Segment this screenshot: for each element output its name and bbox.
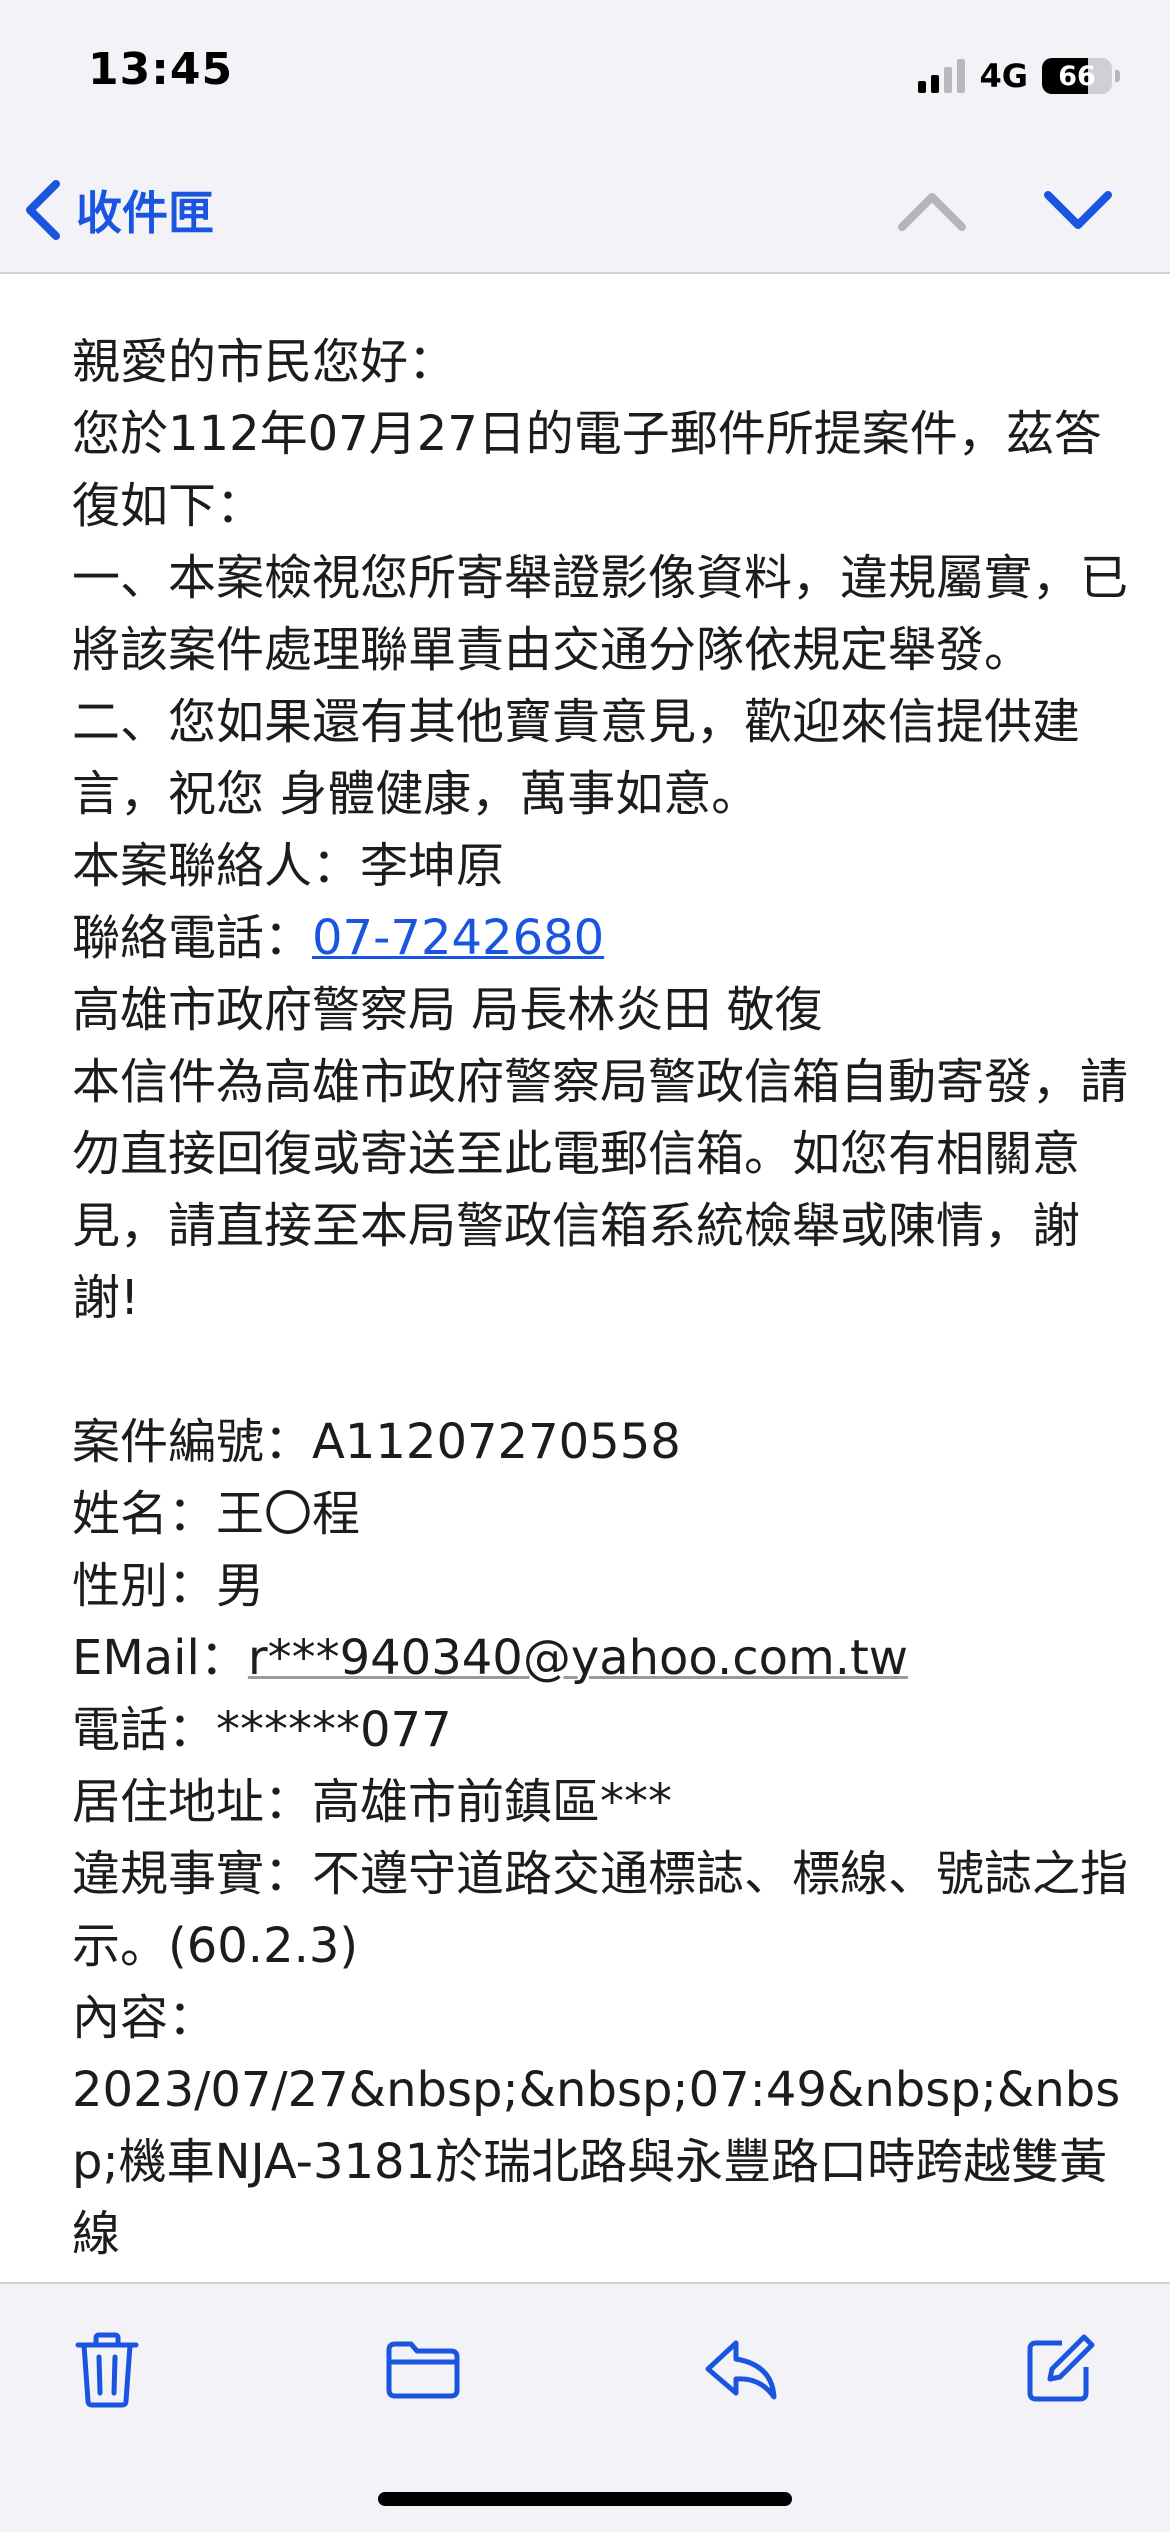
reply-point-1: 一、本案檢視您所寄舉證影像資料，違規屬實，已將該案件處理聯單責由交通分隊依規定舉…: [72, 550, 1129, 678]
previous-message-button[interactable]: [892, 176, 972, 246]
move-to-folder-button[interactable]: [378, 2328, 468, 2412]
compose-icon: [1027, 2334, 1095, 2402]
trash-icon: [75, 2332, 139, 2408]
chevron-up-icon: [898, 193, 966, 231]
contact-phone-label: 聯絡電話：: [72, 910, 313, 966]
mail-message-screen: 13:45 4G 66 收件匣 親愛的市民您好： 您於112年07月27日的電子…: [0, 0, 1170, 2532]
content-label: 內容：: [72, 1990, 217, 2046]
violation-fact: 違規事實：不遵守道路交通標誌、標線、號誌之指示。(60.2.3): [72, 1846, 1129, 1974]
chevron-left-icon: [26, 180, 60, 240]
contact-phone-link[interactable]: 07-7242680: [312, 910, 604, 966]
citizen-name: 姓名：王〇程: [72, 1486, 361, 1542]
next-message-button[interactable]: [1038, 176, 1118, 246]
cellular-signal-icon: [918, 59, 966, 93]
delete-button[interactable]: [62, 2328, 152, 2412]
home-indicator[interactable]: [378, 2492, 792, 2506]
intro-text: 您於112年07月27日的電子郵件所提案件，茲答復如下：: [72, 406, 1102, 534]
citizen-gender: 性別：男: [72, 1558, 265, 1614]
folder-icon: [386, 2341, 460, 2399]
bottom-toolbar: [0, 2282, 1170, 2532]
case-number: 案件編號：A11207270558: [72, 1414, 681, 1470]
email-row: EMail：r***940340@yahoo.com.tw: [72, 1622, 1130, 1694]
message-body: 親愛的市民您好： 您於112年07月27日的電子郵件所提案件，茲答復如下： 一、…: [0, 276, 1170, 2272]
chevron-down-icon: [1044, 191, 1112, 229]
email-link[interactable]: r***940340@yahoo.com.tw: [248, 1630, 908, 1686]
signature-text: 高雄市政府警察局 局長林炎田 敬復: [72, 982, 823, 1038]
navigation-bar: 收件匣: [0, 150, 1170, 274]
contact-phone-row: 聯絡電話：07-7242680: [72, 902, 1130, 974]
back-button-label: 收件匣: [76, 186, 214, 240]
contact-person: 本案聯絡人：李坤原: [72, 838, 505, 894]
compose-button[interactable]: [1014, 2328, 1104, 2412]
greeting-text: 親愛的市民您好：: [72, 334, 457, 390]
email-label: EMail：: [72, 1630, 248, 1686]
battery-tip: [1115, 70, 1120, 82]
status-indicators: 4G 66: [918, 56, 1120, 96]
battery-icon: 66: [1042, 58, 1120, 94]
battery-percent: 66: [1058, 60, 1096, 92]
network-type-label: 4G: [979, 57, 1028, 95]
citizen-address: 居住地址：高雄市前鎮區***: [72, 1774, 673, 1830]
reply-icon: [705, 2340, 777, 2400]
reply-button[interactable]: [696, 2328, 786, 2412]
status-bar: 13:45 4G 66: [0, 0, 1170, 150]
auto-mail-notice: 本信件為高雄市政府警察局警政信箱自動寄發，請勿直接回復或寄送至此電郵信箱。如您有…: [72, 1054, 1129, 1326]
citizen-phone: 電話：******077: [72, 1702, 452, 1758]
status-time: 13:45: [88, 44, 234, 95]
reply-point-2: 二、您如果還有其他寶貴意見，歡迎來信提供建言，祝您 身體健康，萬事如意。: [72, 694, 1081, 822]
content-text: 2023/07/27&nbsp;&nbsp;07:49&nbsp;&nbsp;機…: [72, 2062, 1121, 2262]
back-to-inbox-button[interactable]: 收件匣: [22, 170, 214, 250]
